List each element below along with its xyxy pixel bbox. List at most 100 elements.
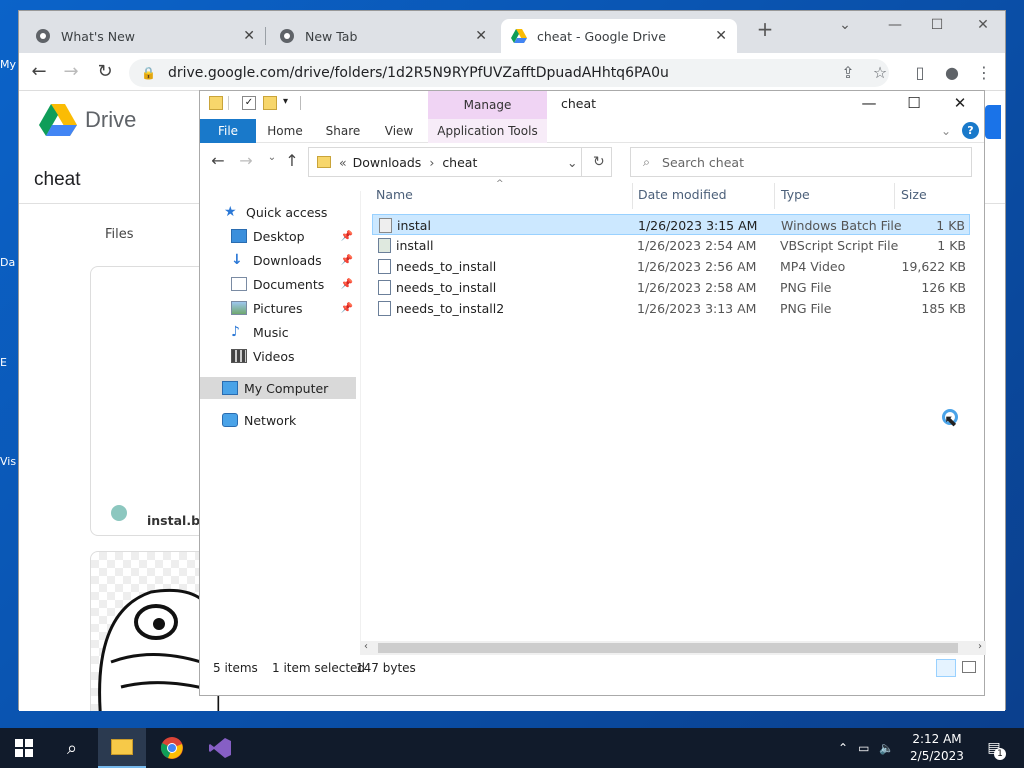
chrome-taskbar-icon[interactable] [148, 728, 196, 768]
file-row[interactable]: needs_to_install 1/26/2023 2:56 AM MP4 V… [372, 256, 970, 277]
nav-videos[interactable]: Videos [231, 345, 355, 367]
details-view-icon[interactable] [936, 659, 956, 677]
column-header-type[interactable]: Type [781, 187, 810, 202]
desktop-icon-label[interactable]: My [0, 58, 18, 71]
new-folder-icon[interactable] [263, 96, 277, 110]
minimize-button[interactable]: — [846, 94, 892, 112]
search-icon: ⌕ [643, 154, 651, 169]
file-explorer-taskbar-icon[interactable] [98, 728, 146, 768]
tab-share[interactable]: Share [318, 119, 368, 143]
nav-music[interactable]: ♪ Music [231, 321, 355, 343]
volume-icon[interactable]: 🔈 [879, 741, 894, 755]
refresh-icon[interactable]: ↻ [593, 154, 605, 170]
tab-new-tab[interactable]: New Tab ✕ [269, 19, 497, 53]
tab-view[interactable]: View [376, 119, 422, 143]
close-window-button[interactable]: ✕ [937, 94, 983, 112]
breadcrumb-downloads[interactable]: Downloads [353, 155, 422, 170]
start-button[interactable] [0, 728, 48, 768]
close-tab-icon[interactable]: ✕ [475, 28, 487, 44]
column-header-date[interactable]: Date modified [638, 187, 727, 202]
nav-network[interactable]: Network [222, 409, 377, 431]
file-date: 1/26/2023 2:58 AM [637, 280, 757, 295]
file-row[interactable]: instal 1/26/2023 3:15 AM Windows Batch F… [372, 214, 970, 235]
share-icon[interactable]: ⇪ [837, 63, 859, 82]
side-panel-icon[interactable]: ▯ [909, 63, 931, 82]
column-divider[interactable] [774, 183, 775, 209]
nav-quick-access[interactable]: ★ Quick access [224, 201, 379, 223]
videos-icon [231, 349, 247, 363]
tab-home[interactable]: Home [260, 119, 310, 143]
horizontal-scrollbar[interactable]: ‹ › [360, 641, 986, 655]
file-type: PNG File [780, 301, 832, 316]
overflow-icon[interactable]: « [339, 155, 347, 170]
tab-whats-new[interactable]: What's New ✕ [25, 19, 265, 53]
up-arrow-icon[interactable]: ↑ [280, 151, 304, 170]
nav-downloads[interactable]: ↓ Downloads 📌 [231, 249, 355, 271]
mouse-cursor-icon: ⬉ [944, 411, 958, 430]
large-icons-view-icon[interactable] [962, 661, 976, 673]
close-tab-icon[interactable]: ✕ [243, 28, 255, 44]
clock[interactable]: 2:12 AM 2/5/2023 [905, 731, 969, 765]
new-tab-button[interactable]: + [745, 17, 785, 41]
maximize-button[interactable]: ☐ [917, 17, 957, 33]
reload-icon[interactable]: ↻ [93, 61, 117, 82]
notification-count-badge: 1 [994, 748, 1006, 760]
nav-documents[interactable]: Documents 📌 [231, 273, 355, 295]
file-row[interactable]: install 1/26/2023 2:54 AM VBScript Scrip… [372, 235, 970, 256]
expand-ribbon-icon[interactable]: ⌄ [936, 119, 956, 143]
file-date: 1/26/2023 3:15 AM [638, 218, 758, 233]
scrollbar-thumb[interactable] [378, 643, 958, 653]
visual-studio-taskbar-icon[interactable] [196, 728, 244, 768]
desktop-icon-label[interactable]: Da [0, 256, 18, 269]
minimize-button[interactable]: — [875, 17, 915, 33]
quick-access-dropdown-icon[interactable]: ▾ [283, 96, 297, 110]
blue-action-button[interactable] [985, 105, 1001, 139]
tab-search-icon[interactable]: ⌄ [825, 17, 865, 33]
file-row[interactable]: needs_to_install 1/26/2023 2:58 AM PNG F… [372, 277, 970, 298]
profile-avatar-icon[interactable]: ● [941, 63, 963, 82]
desktop-icon-label[interactable]: Vis [0, 455, 18, 468]
pin-icon[interactable]: 📌 [341, 279, 353, 290]
back-arrow-icon[interactable]: ← [206, 151, 230, 170]
column-divider[interactable] [894, 183, 895, 209]
nav-my-computer[interactable]: My Computer [200, 377, 356, 399]
explorer-address-bar[interactable]: « Downloads › cheat ⌄ ↻ [308, 147, 612, 177]
tab-file[interactable]: File [200, 119, 256, 143]
file-row[interactable]: needs_to_install2 1/26/2023 3:13 AM PNG … [372, 298, 970, 319]
tab-application-tools[interactable]: Application Tools [428, 119, 547, 143]
help-icon[interactable]: ? [962, 122, 979, 139]
bookmark-star-icon[interactable]: ☆ [869, 63, 891, 82]
drive-folder-title: cheat [34, 169, 81, 190]
notification-center-icon[interactable]: ▤ 1 [982, 728, 1006, 768]
search-input[interactable]: ⌕ Search cheat [630, 147, 972, 177]
forward-arrow-icon[interactable]: → [59, 61, 83, 82]
pin-icon[interactable]: 📌 [341, 231, 353, 242]
manage-tab-header[interactable]: Manage [428, 91, 547, 119]
maximize-button[interactable]: ☐ [891, 94, 937, 112]
pin-icon[interactable]: 📌 [341, 303, 353, 314]
tab-google-drive[interactable]: cheat - Google Drive ✕ [501, 19, 737, 53]
drive-logo[interactable]: Drive [39, 103, 136, 137]
network-icon[interactable]: ▭ [858, 741, 869, 755]
close-window-button[interactable]: ✕ [963, 17, 1003, 33]
scroll-left-icon[interactable]: ‹ [364, 641, 368, 652]
back-arrow-icon[interactable]: ← [27, 61, 51, 82]
nav-pictures[interactable]: Pictures 📌 [231, 297, 355, 319]
breadcrumb-cheat[interactable]: cheat [442, 155, 477, 170]
nav-desktop[interactable]: Desktop 📌 [231, 225, 355, 247]
pin-icon[interactable]: 📌 [341, 255, 353, 266]
column-header-name[interactable]: Name [376, 187, 413, 202]
search-icon[interactable]: ⌕ [48, 728, 96, 768]
show-hidden-icons-icon[interactable]: ⌃ [838, 741, 848, 755]
close-tab-icon[interactable]: ✕ [715, 28, 727, 44]
forward-arrow-icon[interactable]: → [234, 151, 258, 170]
menu-kebab-icon[interactable]: ⋮ [973, 63, 995, 82]
tab-label: cheat - Google Drive [537, 28, 666, 44]
address-bar[interactable]: 🔒 drive.google.com/drive/folders/1d2R5N9… [129, 59, 889, 87]
desktop-icon-label[interactable]: E [0, 356, 18, 369]
scroll-right-icon[interactable]: › [978, 641, 982, 652]
chevron-down-icon[interactable]: ⌄ [567, 155, 577, 170]
properties-check-icon[interactable]: ✓ [242, 96, 256, 110]
column-header-size[interactable]: Size [901, 187, 927, 202]
column-divider[interactable] [632, 183, 633, 209]
